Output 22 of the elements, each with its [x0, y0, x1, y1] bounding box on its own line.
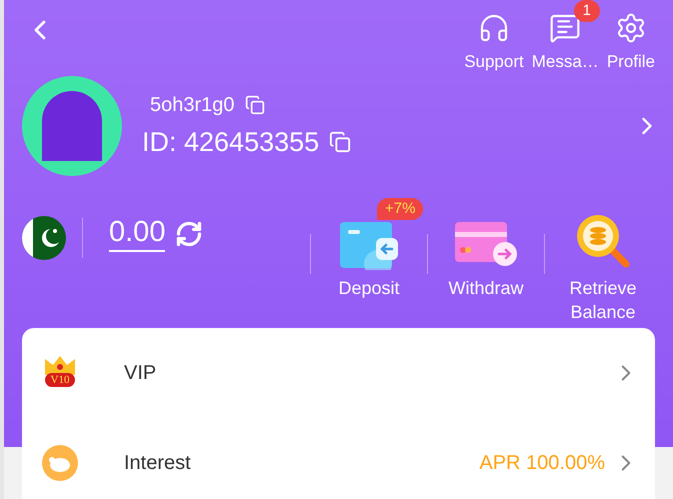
flag-icon	[22, 216, 66, 260]
wallet-action-button[interactable]: Retrieve Balance	[545, 196, 661, 324]
copy-icon[interactable]	[244, 94, 265, 115]
wallet-action-button[interactable]: +7% Deposit	[311, 196, 427, 300]
username: 5oh3r1g0	[150, 92, 235, 118]
refresh-icon[interactable]	[175, 220, 204, 248]
menu-item[interactable]: V10 VIP	[22, 328, 655, 418]
notification-badge: 1	[574, 0, 600, 22]
bonus-badge: +7%	[377, 198, 424, 220]
message-icon	[549, 12, 582, 44]
wallet-icon	[338, 220, 400, 270]
user-id: ID: 426453355	[142, 126, 320, 159]
apr-value: APR 100.00%	[479, 451, 605, 476]
header-action-button[interactable]: Support	[460, 0, 528, 72]
wallet-action-button[interactable]: Withdraw	[428, 196, 544, 300]
header-action-button[interactable]: Profile	[602, 0, 659, 72]
coin-magnifier-icon	[574, 212, 632, 270]
menu-item[interactable]: Interest APR 100.00%	[22, 418, 655, 499]
copy-icon[interactable]	[329, 131, 352, 153]
balance-amount: 0.00	[109, 214, 166, 252]
header-action-button[interactable]: 1 Messa…	[528, 0, 603, 72]
piggy-bank-icon	[41, 444, 79, 482]
